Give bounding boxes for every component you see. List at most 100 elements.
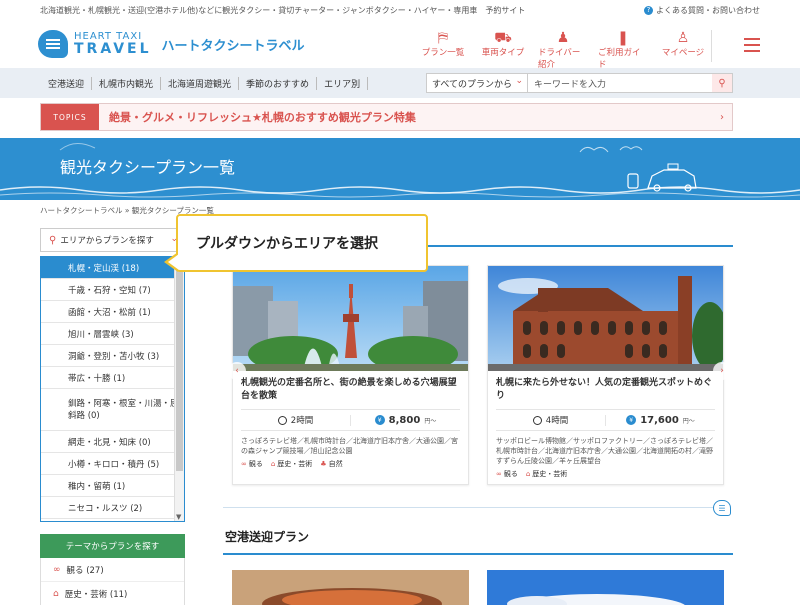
tag-item: ♣ 自然 bbox=[320, 459, 342, 469]
nav-vehicle-type[interactable]: ⛟ 車両タイプ bbox=[478, 30, 528, 70]
tag-label: 観る bbox=[503, 470, 518, 478]
nav-plan-list[interactable]: ⛿ プラン一覧 bbox=[418, 30, 468, 70]
search-box: すべてのプランから ⌄ キーワードを入力 ⚲ bbox=[426, 73, 733, 93]
nav-mypage[interactable]: ♙ マイページ bbox=[658, 30, 708, 70]
area-option[interactable]: 釧路・阿寒・根室・川湯・屈斜路 (0) bbox=[41, 389, 184, 431]
yen-coin-icon: ¥ bbox=[374, 415, 385, 425]
page-title: 観光タクシープラン一覧 bbox=[60, 158, 236, 177]
keyword-input[interactable]: キーワードを入力 bbox=[528, 74, 712, 92]
logo-jp: ハートタクシートラベル bbox=[161, 38, 305, 54]
subnav-airport[interactable]: 空港送迎 bbox=[40, 76, 93, 90]
tag-label: 観る bbox=[248, 460, 263, 468]
plan-photo-tv-tower bbox=[233, 266, 468, 371]
clock-icon bbox=[532, 415, 542, 425]
site-tagline: 北海道観光・札幌観光・送迎(空港ホテル他)などに観光タクシー・貸切チャーター・ジ… bbox=[40, 5, 526, 15]
price-value: 17,600 bbox=[640, 414, 679, 426]
subnav-sapporo-city[interactable]: 札幌市内観光 bbox=[92, 76, 162, 90]
plan-card-1[interactable]: 札幌観光の定番名所と、街の絶景を楽しめる穴場展望台を散策 2時間 ¥ 8,800… bbox=[232, 265, 469, 485]
plan-duration: 2時間 bbox=[241, 414, 350, 426]
tag-label: 自然 bbox=[328, 460, 343, 468]
chevron-left-icon: ‹ bbox=[235, 366, 239, 376]
plan-title[interactable]: 札幌に来たら外せない！人気の定番観光スポットめぐり bbox=[488, 371, 723, 405]
hamburger-menu-icon[interactable] bbox=[744, 38, 760, 56]
area-option[interactable]: ニセコ・ルスツ (2) bbox=[41, 497, 184, 519]
menu-separator bbox=[711, 30, 712, 62]
yen-coin-icon: ¥ bbox=[626, 415, 637, 425]
plan-scope-value: すべてのプランから bbox=[432, 80, 513, 90]
plan-photo-beer-museum bbox=[488, 266, 723, 371]
sub-nav: 空港送迎 札幌市内観光 北海道周遊観光 季節のおすすめ エリア別 すべてのプラン… bbox=[0, 68, 800, 98]
callout-text: プルダウンからエリアを選択 bbox=[196, 236, 378, 252]
search-button[interactable]: ⚲ bbox=[712, 74, 732, 92]
tag-item: ∞ 観る bbox=[241, 459, 263, 469]
section-divider-light bbox=[223, 507, 713, 508]
area-select-label: エリアからプランを探す bbox=[60, 236, 154, 246]
area-option[interactable]: 帯広・十勝 (1) bbox=[41, 367, 184, 389]
plan-price: ¥ 8,800 円～ bbox=[350, 414, 460, 426]
area-option[interactable]: 千歳・石狩・空知 (7) bbox=[41, 279, 184, 301]
area-option[interactable]: 札幌・定山渓 (18) bbox=[41, 257, 184, 279]
carousel-prev-button[interactable]: ‹ bbox=[228, 362, 246, 380]
museum-icon: ⌂ bbox=[270, 460, 276, 468]
subnav-by-area[interactable]: エリア別 bbox=[317, 76, 369, 90]
nav-driver[interactable]: ♟ ドライバー紹介 bbox=[538, 30, 588, 70]
nav-label: 車両タイプ bbox=[481, 48, 525, 58]
area-option[interactable]: 稚内・留萌 (1) bbox=[41, 475, 184, 497]
area-option[interactable]: 旭川・層雲峡 (3) bbox=[41, 323, 184, 345]
plan-scope-select[interactable]: すべてのプランから ⌄ bbox=[427, 74, 528, 92]
carousel-next-button[interactable]: › bbox=[713, 362, 731, 380]
chevron-down-icon: ⌄ bbox=[515, 76, 523, 86]
site-logo[interactable]: HEART TAXI TRAVEL ハートタクシートラベル bbox=[38, 30, 305, 58]
area-option[interactable]: 洞爺・登別・苫小牧 (3) bbox=[41, 345, 184, 367]
plan-card-2[interactable]: 札幌に来たら外せない！人気の定番観光スポットめぐり 4時間 ¥ 17,600 円… bbox=[487, 265, 724, 485]
subnav-seasonal[interactable]: 季節のおすすめ bbox=[239, 76, 318, 90]
tag-item: ∞ 観る bbox=[496, 469, 518, 479]
plan-spots: さっぽろテレビ塔／札幌市時計台／北海道庁旧本庁舎／大通公園／宮の森ジャンプ競技場… bbox=[241, 437, 458, 455]
page-hero: 観光タクシープラン一覧 bbox=[0, 138, 800, 200]
airport-plan-photo-food[interactable] bbox=[232, 570, 469, 605]
faq-label: よくある質問・お問い合わせ bbox=[656, 5, 760, 15]
bus-stop-icon: ⛿ bbox=[437, 30, 449, 46]
theme-item-watch[interactable]: ∞ 観る (27) bbox=[41, 558, 184, 582]
heart-taxi-mini-logo-icon: ☰ bbox=[713, 500, 731, 516]
section-divider bbox=[223, 553, 733, 555]
site-header: HEART TAXI TRAVEL ハートタクシートラベル ⛿ プラン一覧 ⛟ … bbox=[0, 20, 800, 70]
instruction-callout: プルダウンからエリアを選択 bbox=[176, 214, 428, 272]
faq-link[interactable]: ? よくある質問・お問い合わせ bbox=[644, 5, 760, 16]
tag-label: 歴史・芸術 bbox=[532, 470, 568, 478]
airport-section-title: 空港送迎プラン bbox=[225, 530, 310, 544]
area-option[interactable]: 網走・北見・知床 (0) bbox=[41, 431, 184, 453]
driver-icon: ♟ bbox=[556, 30, 570, 46]
airport-plan-photo-sky[interactable] bbox=[487, 570, 724, 605]
plan-spots: サッポロビール博物館／サッポロファクトリー／さっぽろテレビ塔／札幌市時計台／北海… bbox=[496, 437, 713, 465]
museum-icon: ⌂ bbox=[525, 470, 531, 478]
map-pin-icon: ⚲ bbox=[49, 234, 57, 246]
price-suffix: 円～ bbox=[424, 417, 437, 425]
plan-meta: 2時間 ¥ 8,800 円～ bbox=[241, 409, 460, 431]
area-option[interactable]: 小樽・キロロ・積丹 (5) bbox=[41, 453, 184, 475]
dropdown-scrollbar[interactable]: ▼ bbox=[174, 257, 184, 521]
search-icon: ⚲ bbox=[718, 77, 726, 89]
nav-guide[interactable]: ❚ ご利用ガイド bbox=[598, 30, 648, 70]
breadcrumb-home[interactable]: ハートタクシートラベル bbox=[40, 206, 123, 215]
theme-item-history[interactable]: ⌂ 歴史・芸術 (11) bbox=[41, 582, 184, 605]
scroll-down-arrow-icon[interactable]: ▼ bbox=[176, 513, 181, 521]
car-icon: ⛟ bbox=[494, 30, 512, 46]
plan-duration: 4時間 bbox=[496, 414, 605, 426]
duration-value: 2時間 bbox=[290, 416, 314, 426]
theme-label: 観る (27) bbox=[66, 565, 104, 576]
theme-list: ∞ 観る (27) ⌂ 歴史・芸術 (11) bbox=[40, 558, 185, 605]
nav-label: マイページ bbox=[661, 48, 705, 58]
topics-banner[interactable]: TOPICS 絶景・グルメ・リフレッシュ★札幌のおすすめ観光プラン特集 › bbox=[40, 103, 733, 131]
subnav-hokkaido-tour[interactable]: 北海道周遊観光 bbox=[161, 76, 240, 90]
plan-title[interactable]: 札幌観光の定番名所と、街の絶景を楽しめる穴場展望台を散策 bbox=[233, 371, 468, 405]
guide-book-icon: ❚ bbox=[617, 30, 629, 46]
scrollbar-thumb[interactable] bbox=[176, 261, 183, 471]
theme-search-header[interactable]: テーマからプランを探す bbox=[40, 534, 185, 558]
plan-tags: ∞ 観る ⌂ 歴史・芸術 bbox=[488, 466, 723, 482]
topics-badge: TOPICS bbox=[41, 104, 99, 130]
tag-label: 歴史・芸術 bbox=[277, 460, 313, 468]
area-select[interactable]: ⚲ エリアからプランを探す ⌄ bbox=[40, 228, 185, 252]
area-option[interactable]: 函館・大沼・松前 (1) bbox=[41, 301, 184, 323]
logo-en-line2: TRAVEL bbox=[74, 41, 152, 57]
